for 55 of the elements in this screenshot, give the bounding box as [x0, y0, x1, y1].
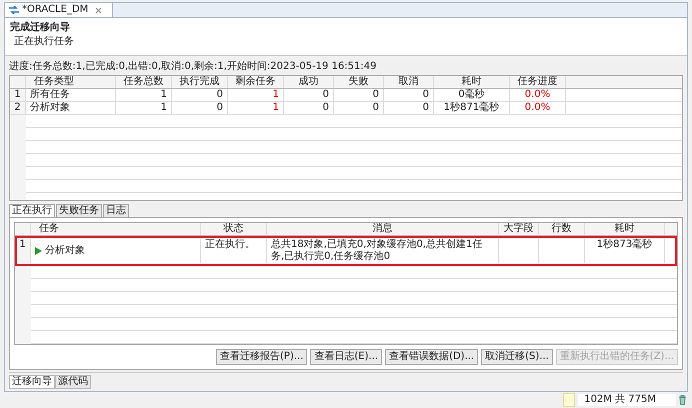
column-header[interactable]: 状态	[201, 223, 267, 235]
table-cell: 分析对象	[26, 102, 116, 114]
panel-tab[interactable]: 日志	[103, 204, 129, 217]
table-cell: 0.0%	[510, 89, 566, 101]
column-header[interactable]: 任务总数	[116, 76, 172, 88]
column-header[interactable]: 耗时	[434, 76, 510, 88]
table-cell: 1秒871毫秒	[434, 102, 510, 114]
table-cell: 0.0%	[510, 102, 566, 114]
row-number: 1	[10, 89, 26, 101]
table-cell: 总共18对象,已填充0,对象缓存池0,总共创建1任务,已执行完0,任务缓存池0	[267, 239, 499, 263]
column-header[interactable]: 剩余任务	[228, 76, 284, 88]
memory-usage: 102M 共 775M	[578, 394, 676, 406]
table-cell: 0	[284, 102, 334, 114]
table-cell: 1	[228, 89, 284, 101]
wizard-subtitle: 正在执行任务	[13, 35, 75, 49]
action-button[interactable]: 查看错误数据(D)...	[385, 349, 478, 365]
row-number: 2	[10, 102, 26, 114]
column-header[interactable]: 耗时	[585, 223, 665, 235]
column-header[interactable]: 任务类型	[26, 76, 116, 88]
table-cell: 1秒873毫秒	[585, 239, 665, 263]
progress-text: 进度:任务总数:1,已完成:0,出错:0,取消:0,剩余:1,开始时间:2023-05-19 16:51:49	[9, 60, 378, 73]
action-button[interactable]: 查看迁移报告(P)...	[216, 349, 308, 365]
wizard-title: 完成迁移向导	[10, 21, 71, 35]
column-header[interactable]: 成功	[284, 76, 334, 88]
page-tab[interactable]: 迁移向导	[9, 375, 55, 389]
panel-tab[interactable]: 失败任务	[56, 204, 102, 217]
table-cell: 分析对象	[45, 245, 85, 257]
table-cell: 0	[172, 102, 228, 114]
memory-indicator	[563, 393, 576, 407]
column-header[interactable]: 行数	[539, 223, 585, 235]
column-header[interactable]: 任务	[31, 223, 201, 235]
column-header[interactable]: 消息	[267, 223, 499, 235]
trash-icon[interactable]	[679, 395, 686, 405]
table-cell: 1	[228, 102, 284, 114]
table-cell: 0	[334, 89, 384, 101]
table-cell: 0	[384, 89, 434, 101]
table-cell: 0	[334, 102, 384, 114]
column-header[interactable]: 失败	[334, 76, 384, 88]
table-cell: 正在执行。	[201, 239, 267, 263]
table-cell: 0	[384, 102, 434, 114]
action-button[interactable]: 取消迁移(S)...	[481, 349, 553, 365]
table-cell: 1	[116, 102, 172, 114]
page-tab[interactable]: 源代码	[55, 375, 91, 389]
table-cell: 0毫秒	[434, 89, 510, 101]
column-header[interactable]: 取消	[384, 76, 434, 88]
table-cell: 0	[172, 89, 228, 101]
migration-icon	[9, 6, 19, 14]
table-cell: 1	[116, 89, 172, 101]
panel-tab[interactable]: 正在执行	[9, 204, 55, 217]
editor-tab[interactable]: *ORACLE_DM	[5, 3, 114, 17]
table-cell: 所有任务	[26, 89, 116, 101]
close-icon[interactable]	[95, 6, 102, 14]
action-button[interactable]: 查看日志(E)...	[310, 349, 382, 365]
row-number: 1	[15, 239, 31, 263]
table-cell: 0	[284, 89, 334, 101]
